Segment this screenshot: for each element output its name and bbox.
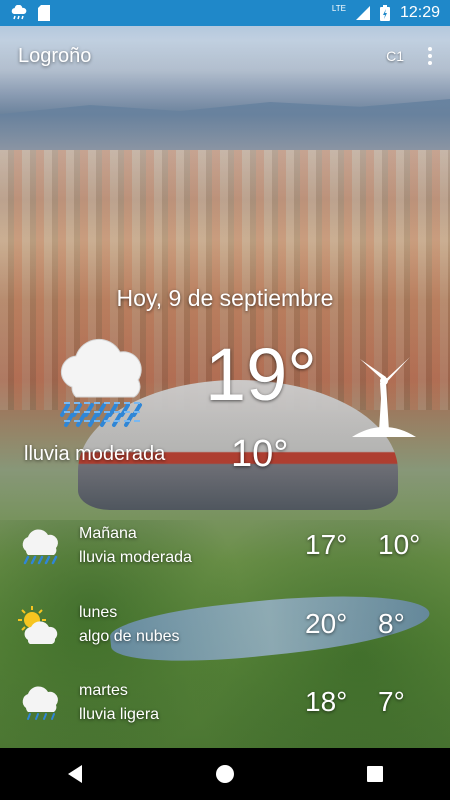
network-type-label: LTE [331,3,346,13]
forecast-min: 10° [378,529,421,560]
forecast-max: 17° [305,529,348,560]
app-bar: Logroño C1 [0,26,450,86]
status-time: 12:29 [399,4,440,21]
forecast-max: 18° [305,686,348,717]
forecast-min: 7° [378,686,405,717]
current-temperature: 19° [205,333,317,416]
sun-cloud-icon [18,606,58,644]
current-date: Hoy, 9 de septiembre [116,285,334,311]
forecast-row-tomorrow[interactable]: Mañana lluvia moderada 17° 10° [0,525,450,585]
forecast-description: algo de nubes [79,628,180,645]
rain-cloud-icon [60,338,144,427]
home-button[interactable] [205,754,245,794]
current-min-temperature: 10° [231,433,289,475]
forecast-day: lunes [79,604,118,621]
forecast-max: 20° [305,608,348,639]
forecast-description: lluvia moderada [79,549,192,566]
signal-icon [355,6,370,20]
forecast-row-tuesday[interactable]: martes lluvia ligera 18° 7° [0,682,450,742]
cloud-rain-notification-icon [11,5,27,20]
forecast-day: Mañana [79,525,137,542]
light-rain-cloud-icon [22,686,58,720]
forecast-row-monday[interactable]: lunes algo de nubes 20° 8° [0,604,450,664]
more-vert-icon[interactable] [428,47,434,65]
forecast-description: lluvia ligera [79,706,160,723]
back-icon [68,765,82,783]
home-icon [216,765,234,783]
forecast-min: 8° [378,608,405,639]
unit-button[interactable]: C1 [386,48,404,64]
forecast-day: martes [79,682,128,699]
battery-charging-icon [379,5,390,21]
city-title[interactable]: Logroño [0,45,91,68]
navigation-bar [0,748,450,800]
rain-cloud-icon [22,529,58,565]
back-button[interactable] [55,754,95,794]
recents-button[interactable] [355,754,395,794]
recents-icon [367,766,383,782]
wind-turbine-icon [352,357,416,437]
status-bar: LTE 12:29 [0,0,450,26]
current-condition: lluvia moderada [24,443,166,465]
sd-card-icon [38,5,50,21]
